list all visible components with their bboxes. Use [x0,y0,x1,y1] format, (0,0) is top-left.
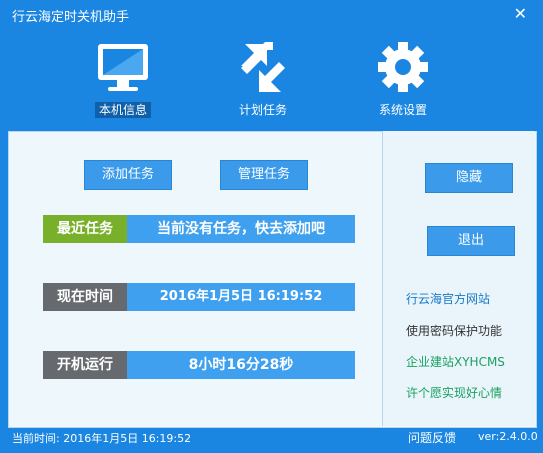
arrows-icon [235,40,291,100]
password-protect-link[interactable]: 使用密码保护功能 [406,322,502,339]
panel-divider [382,131,383,426]
recent-task-row: 最近任务 当前没有任务，快去添加吧 [43,215,355,243]
close-icon[interactable]: ✕ [514,4,527,23]
status-current-time: 当前时间: 2016年1月5日 16:19:52 [12,432,192,445]
uptime-value: 8小时16分28秒 [127,351,355,379]
monitor-icon [96,40,150,100]
uptime-label: 开机运行 [43,351,127,379]
current-time-row: 现在时间 2016年1月5日 16:19:52 [43,283,355,311]
app-window: 行云海定时关机助手 ✕ 本机信息 计划任务 系统设置 添加任务 管理任务 隐藏 … [0,0,543,453]
nav-settings-label: 系统设置 [378,103,427,117]
version-label: ver:2.4.0.0 [478,430,538,443]
nav-plan-label: 计划任务 [238,103,287,117]
add-task-button[interactable]: 添加任务 [84,160,172,190]
exit-button[interactable]: 退出 [427,226,515,256]
nav-item-settings[interactable]: 系统设置 [348,40,458,120]
recent-task-value: 当前没有任务，快去添加吧 [127,215,355,243]
nav-item-info[interactable]: 本机信息 [68,40,178,120]
nav-info-label: 本机信息 [94,102,151,118]
nav-item-plan[interactable]: 计划任务 [208,40,318,120]
uptime-row: 开机运行 8小时16分28秒 [43,351,355,379]
hide-button[interactable]: 隐藏 [425,163,513,193]
current-time-label: 现在时间 [43,283,127,311]
gear-icon [376,40,430,100]
xyhcms-link[interactable]: 企业建站XYHCMS [406,353,505,370]
wish-link[interactable]: 许个愿实现好心情 [406,384,502,401]
manage-task-button[interactable]: 管理任务 [220,160,308,190]
window-title: 行云海定时关机助手 [12,10,130,25]
official-site-link[interactable]: 行云海官方网站 [406,290,490,307]
recent-task-label: 最近任务 [43,215,127,243]
current-time-value: 2016年1月5日 16:19:52 [127,283,355,311]
feedback-link[interactable]: 问题反馈 [408,429,456,446]
